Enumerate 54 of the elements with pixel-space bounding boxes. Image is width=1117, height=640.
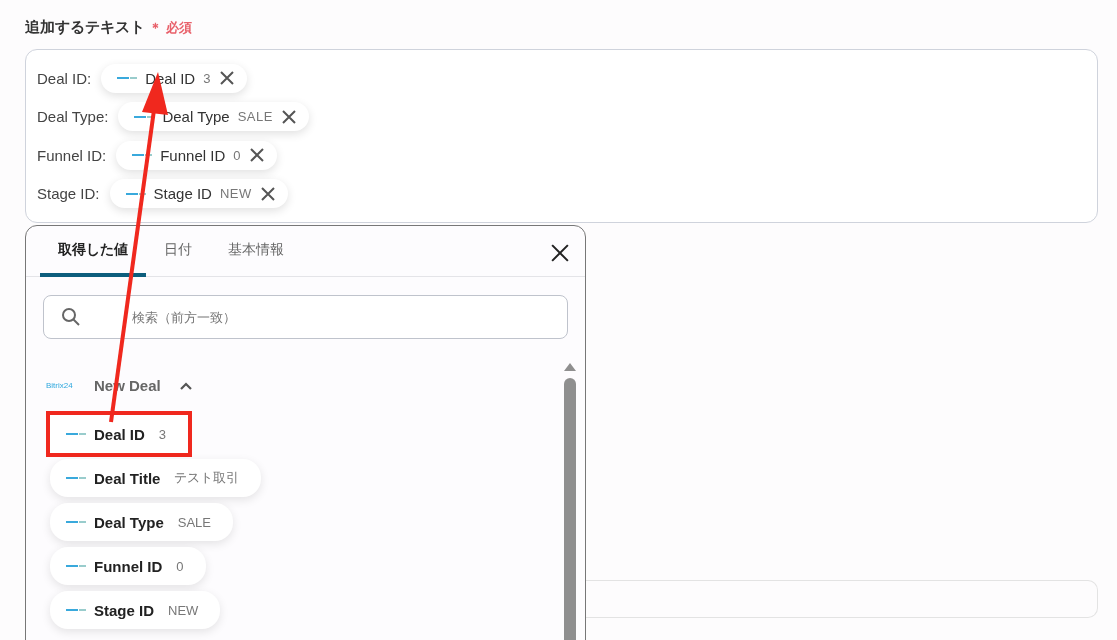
item-value: SALE	[177, 514, 211, 530]
variable-item[interactable]: Deal Type SALE	[50, 503, 233, 541]
logo-icon	[125, 191, 146, 196]
item-name: Funnel ID	[94, 557, 163, 575]
chip-name: Funnel ID	[160, 146, 226, 164]
logo-icon	[117, 76, 138, 81]
collapse-button[interactable]	[178, 380, 193, 391]
chip-value: 0	[233, 147, 241, 163]
logo-icon	[66, 520, 86, 524]
required-mark: ＊	[149, 18, 162, 37]
variable-item[interactable]: Stage ID NEW	[50, 591, 221, 629]
row-label: Funnel ID:	[37, 146, 107, 164]
chip-name: Stage ID	[153, 185, 212, 203]
close-icon[interactable]	[218, 70, 235, 87]
item-value: テスト取引	[174, 469, 240, 487]
chip-value: NEW	[219, 186, 252, 202]
variable-item[interactable]: Deal Title テスト取引	[50, 459, 262, 497]
item-name: Deal Type	[94, 513, 164, 531]
item-name: Deal ID	[94, 425, 145, 443]
chip-value: 3	[203, 70, 211, 86]
item-name: Deal Title	[94, 469, 161, 487]
tab[interactable]: 日付	[146, 241, 210, 277]
chip-value: SALE	[237, 109, 273, 125]
close-button[interactable]	[549, 242, 571, 264]
logo-icon	[66, 476, 86, 480]
item-value: 3	[158, 426, 167, 442]
input-field[interactable]	[585, 580, 1098, 618]
variable-chip[interactable]: Funnel ID 0	[116, 140, 277, 170]
bitrix-logo: Bitrix24	[46, 381, 74, 390]
logo-icon	[66, 432, 86, 436]
row-label: Stage ID:	[37, 185, 100, 203]
scroll-up-icon[interactable]	[563, 362, 577, 372]
logo-icon	[132, 153, 153, 158]
item-name: Stage ID	[94, 601, 154, 619]
variable-chip[interactable]: Stage ID NEW	[109, 179, 288, 209]
close-icon[interactable]	[249, 147, 265, 164]
item-value: 0	[176, 558, 184, 574]
search-icon	[61, 307, 81, 327]
close-icon[interactable]	[259, 185, 276, 202]
search-field[interactable]: 検索（前方一致）	[43, 295, 568, 339]
chip-name: Deal Type	[162, 108, 230, 126]
scrollbar-thumb[interactable]	[564, 378, 576, 640]
item-value: NEW	[168, 602, 199, 618]
row-label: Deal Type:	[37, 108, 109, 126]
field-label: 追加するテキスト	[25, 18, 145, 37]
close-icon[interactable]	[280, 108, 297, 125]
variable-item[interactable]: Funnel ID 0	[50, 547, 206, 585]
row-label: Deal ID:	[37, 69, 92, 87]
tab[interactable]: 取得した値	[40, 241, 146, 277]
logo-icon	[66, 564, 86, 568]
required-text: 必須	[166, 18, 192, 37]
logo-icon	[66, 608, 86, 612]
tab[interactable]: 基本情報	[210, 241, 302, 277]
variable-chip[interactable]: Deal Type SALE	[118, 102, 309, 132]
